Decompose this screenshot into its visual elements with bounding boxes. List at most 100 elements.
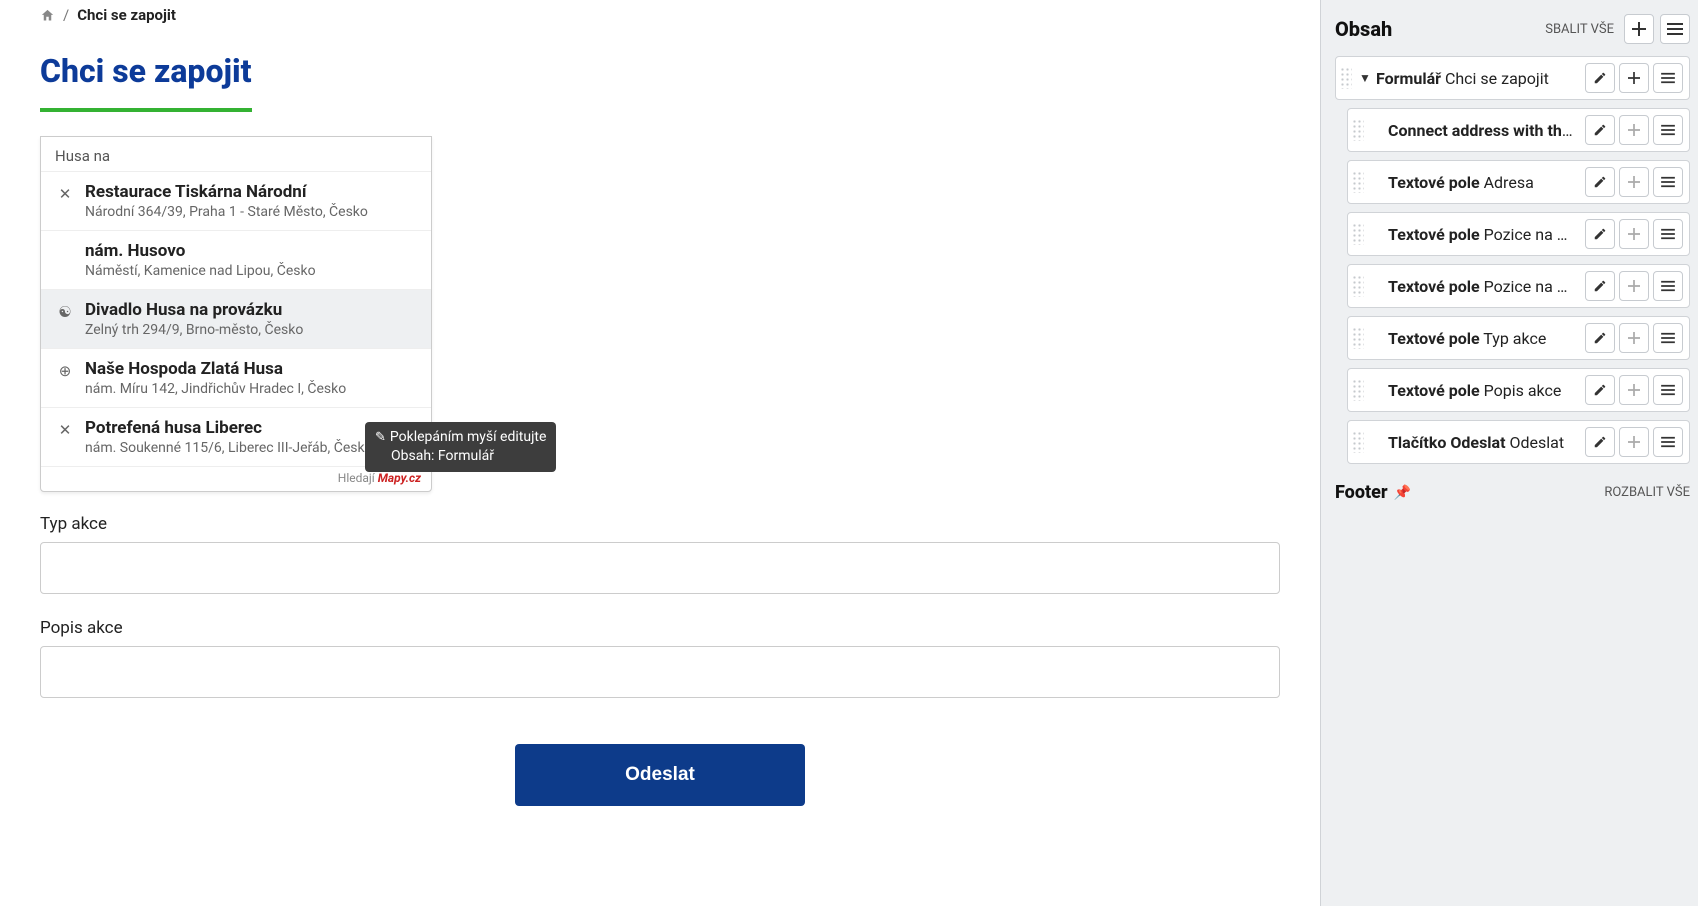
edit-button[interactable]: [1585, 323, 1615, 353]
add-button: [1619, 375, 1649, 405]
breadcrumb: / Chci se zapojit: [40, 0, 1280, 38]
edit-button[interactable]: [1585, 115, 1615, 145]
tooltip-line1: Poklepáním myší editujte: [390, 429, 547, 445]
suggest-item[interactable]: ☯Divadlo Husa na provázkuZelný trh 294/9…: [41, 289, 431, 348]
tree-row-label: Textové pole Pozice na mapě -…: [1388, 225, 1581, 244]
edit-button[interactable]: [1585, 167, 1615, 197]
sidebar-title: Obsah: [1335, 17, 1392, 41]
popis-akce-label: Popis akce: [40, 618, 1280, 638]
drag-handle-icon[interactable]: [1340, 67, 1352, 89]
tree-row[interactable]: Tlačítko Odeslat Odeslat: [1347, 420, 1690, 464]
pencil-icon: [1593, 435, 1607, 449]
menu-icon: [1667, 22, 1683, 36]
tree-row[interactable]: Textové pole Pozice na mapě -…: [1347, 212, 1690, 256]
suggest-item-sub: Náměstí, Kamenice nad Lipou, Česko: [85, 263, 417, 279]
suggest-item[interactable]: ✕Restaurace Tiskárna NárodníNárodní 364/…: [41, 171, 431, 230]
add-button[interactable]: [1619, 63, 1649, 93]
collapse-all-label[interactable]: SBALIT VŠE: [1545, 22, 1614, 37]
row-menu-button[interactable]: [1653, 375, 1683, 405]
menu-icon: [1661, 436, 1675, 448]
pencil-icon: [1593, 227, 1607, 241]
plus-icon: [1628, 280, 1640, 292]
suggest-item[interactable]: nám. Husovo Náměstí, Kamenice nad Lipou, …: [41, 230, 431, 289]
row-menu-button[interactable]: [1653, 427, 1683, 457]
popis-akce-input[interactable]: [40, 646, 1280, 698]
drag-handle-icon[interactable]: [1352, 223, 1364, 245]
expand-all-label[interactable]: ROZBALIT VŠE: [1604, 485, 1690, 500]
suggest-item-sub: Národní 364/39, Praha 1 - Staré Město, Č…: [85, 204, 417, 220]
pencil-icon: [1593, 331, 1607, 345]
add-button: [1619, 167, 1649, 197]
suggest-item-title: nám. Husovo: [85, 241, 417, 261]
row-menu-button[interactable]: [1653, 219, 1683, 249]
menu-icon: [1661, 124, 1675, 136]
drag-handle-icon[interactable]: [1352, 275, 1364, 297]
drag-handle-icon[interactable]: [1352, 431, 1364, 453]
drag-handle-icon[interactable]: [1352, 119, 1364, 141]
tree-row[interactable]: Textové pole Popis akce: [1347, 368, 1690, 412]
caret-down-icon[interactable]: ▼: [1358, 71, 1372, 85]
tree-row-label: Formulář Chci se zapojit: [1376, 69, 1581, 88]
row-menu-button[interactable]: [1653, 167, 1683, 197]
edit-button[interactable]: [1585, 63, 1615, 93]
menu-icon: [1661, 176, 1675, 188]
add-button: [1619, 115, 1649, 145]
pencil-icon: [1593, 175, 1607, 189]
typ-akce-label: Typ akce: [40, 514, 1280, 534]
suggest-item[interactable]: ⊕Naše Hospoda Zlatá Husanám. Míru 142, J…: [41, 348, 431, 407]
tooltip-line2: Obsah: Formulář: [375, 447, 546, 466]
plus-icon: [1628, 176, 1640, 188]
row-menu-button[interactable]: [1653, 63, 1683, 93]
submit-button[interactable]: Odeslat: [515, 744, 805, 806]
sidebar-footer-title-text: Footer: [1335, 482, 1388, 503]
pencil-icon: [1593, 383, 1607, 397]
suggest-item-icon: ⊕: [55, 359, 75, 397]
plus-icon: [1628, 228, 1640, 240]
address-input-value[interactable]: Husa na: [41, 137, 431, 171]
pin-icon: 📌: [1394, 485, 1411, 501]
row-menu-button[interactable]: [1653, 271, 1683, 301]
tree-row[interactable]: ▼ Formulář Chci se zapojit: [1335, 56, 1690, 100]
add-button: [1619, 323, 1649, 353]
suggest-item-sub: nám. Míru 142, Jindřichův Hradec I, Česk…: [85, 381, 417, 397]
plus-icon: [1628, 332, 1640, 344]
home-icon[interactable]: [40, 8, 55, 23]
sidebar-add-button[interactable]: [1624, 14, 1654, 44]
plus-icon: [1628, 384, 1640, 396]
drag-handle-icon[interactable]: [1352, 379, 1364, 401]
row-menu-button[interactable]: [1653, 115, 1683, 145]
add-button: [1619, 219, 1649, 249]
tree-row-label: Textové pole Adresa: [1388, 173, 1581, 192]
drag-handle-icon[interactable]: [1352, 327, 1364, 349]
add-button: [1619, 427, 1649, 457]
edit-button[interactable]: [1585, 427, 1615, 457]
sidebar-footer-title[interactable]: Footer 📌: [1335, 482, 1411, 503]
edit-button[interactable]: [1585, 219, 1615, 249]
plus-icon: [1632, 22, 1646, 36]
tree-row-label: Textové pole Pozice na mapě -…: [1388, 277, 1581, 296]
typ-akce-input[interactable]: [40, 542, 1280, 594]
mapy-logo[interactable]: Mapy.cz: [378, 471, 421, 485]
plus-icon: [1628, 124, 1640, 136]
pencil-icon: ✎: [375, 430, 386, 445]
tree-row-label: Textové pole Popis akce: [1388, 381, 1581, 400]
breadcrumb-current: Chci se zapojit: [77, 6, 176, 24]
drag-handle-icon[interactable]: [1352, 171, 1364, 193]
tree-row-label: Connect address with the m…: [1388, 121, 1581, 140]
suggest-item-icon: ✕: [55, 418, 75, 456]
main-content: / Chci se zapojit Chci se zapojit Adresa…: [0, 0, 1320, 906]
edit-button[interactable]: [1585, 271, 1615, 301]
menu-icon: [1661, 332, 1675, 344]
page-title: Chci se zapojit: [40, 52, 252, 112]
edit-button[interactable]: [1585, 375, 1615, 405]
tree-row[interactable]: Textové pole Adresa: [1347, 160, 1690, 204]
tree-row[interactable]: Textové pole Pozice na mapě -…: [1347, 264, 1690, 308]
sidebar-menu-button[interactable]: [1660, 14, 1690, 44]
add-button: [1619, 271, 1649, 301]
tree-row[interactable]: Connect address with the m…: [1347, 108, 1690, 152]
row-menu-button[interactable]: [1653, 323, 1683, 353]
edit-tooltip: ✎ Poklepáním myší editujte Obsah: Formulá…: [365, 422, 556, 472]
tree-row[interactable]: Textové pole Typ akce: [1347, 316, 1690, 360]
pencil-icon: [1593, 123, 1607, 137]
suggest-item-title: Restaurace Tiskárna Národní: [85, 182, 417, 202]
